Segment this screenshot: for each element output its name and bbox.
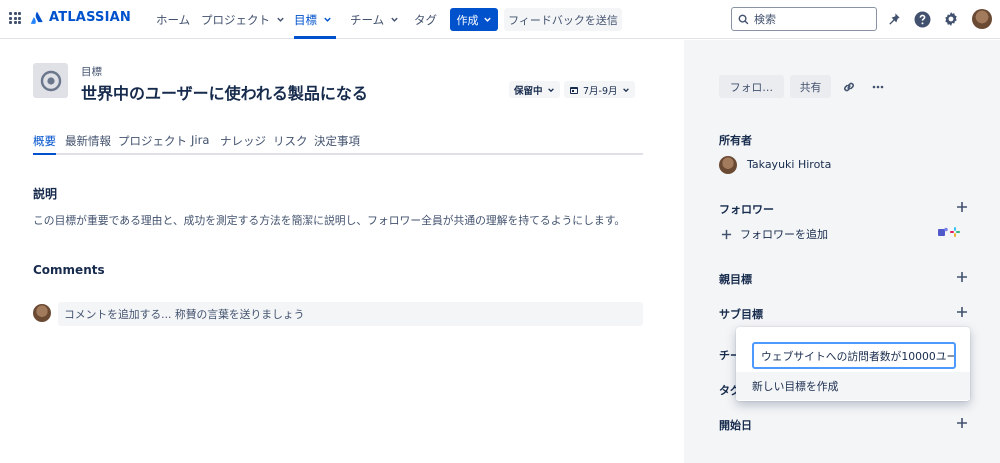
brand-name: ATLASSIAN bbox=[49, 10, 131, 25]
nav-goals[interactable]: 目標 bbox=[294, 0, 336, 39]
status-dropdown[interactable]: 保留中 bbox=[509, 81, 560, 98]
slack-icon[interactable] bbox=[950, 227, 960, 237]
plus-icon bbox=[721, 229, 732, 239]
add-follower-button[interactable]: フォロワーを追加 bbox=[721, 226, 828, 242]
calendar-icon bbox=[570, 86, 578, 94]
goal-icon bbox=[33, 63, 68, 98]
tab-projects[interactable]: プロジェクト bbox=[118, 133, 187, 153]
nav-tags-label: タグ bbox=[414, 12, 437, 27]
link-icon[interactable] bbox=[840, 78, 858, 96]
follow-button-label: フォロ… bbox=[729, 80, 774, 94]
owner-name[interactable]: Takayuki Hirota bbox=[747, 158, 831, 171]
page-title: 世界中のユーザーに使われる製品になる bbox=[81, 84, 368, 103]
avatar bbox=[719, 156, 737, 174]
atlassian-mark-icon bbox=[30, 11, 43, 24]
help-icon[interactable] bbox=[913, 10, 931, 28]
description-heading: 説明 bbox=[33, 187, 58, 201]
app-switcher-icon[interactable] bbox=[9, 12, 21, 24]
search-icon bbox=[738, 14, 749, 24]
comment-input[interactable]: コメントを追加する... 称賛の言葉を送りましょう bbox=[58, 302, 643, 326]
add-sub-goal-plus-icon[interactable] bbox=[956, 306, 968, 318]
date-range-dropdown[interactable]: 7月-9月 bbox=[564, 81, 635, 98]
share-button-label: 共有 bbox=[799, 80, 822, 94]
owner-label: 所有者 bbox=[719, 134, 752, 147]
start-date-label: 開始日 bbox=[719, 419, 752, 432]
chevron-down-icon bbox=[622, 87, 629, 92]
integrations bbox=[938, 227, 960, 237]
create-button[interactable]: 作成 bbox=[450, 8, 498, 31]
user-avatar[interactable] bbox=[972, 9, 992, 29]
follow-button[interactable]: フォロ… bbox=[719, 75, 784, 98]
create-button-label: 作成 bbox=[456, 13, 479, 27]
teams-icon[interactable] bbox=[938, 227, 948, 237]
feedback-button[interactable]: フィードバックを送信 bbox=[504, 8, 622, 31]
description-text[interactable]: この目標が重要である理由と、成功を測定する方法を簡潔に説明し、フォロワー全員が共… bbox=[33, 212, 625, 228]
goal-tabs: 概要 最新情報 プロジェクト Jira ナレッジ リスク 決定事項 bbox=[33, 133, 643, 155]
settings-gear-icon[interactable] bbox=[942, 10, 960, 28]
chevron-down-icon bbox=[483, 17, 491, 22]
create-new-goal-option[interactable]: 新しい目標を作成 bbox=[736, 372, 970, 400]
nav-projects[interactable]: プロジェクト bbox=[201, 0, 285, 39]
nav-home[interactable]: ホーム bbox=[156, 0, 190, 39]
parent-goal-label: 親目標 bbox=[719, 273, 752, 286]
followers-label: フォロワー bbox=[719, 203, 774, 216]
nav-tags[interactable]: タグ bbox=[414, 0, 437, 39]
nav-teams-label: チーム bbox=[350, 12, 385, 27]
tab-overview[interactable]: 概要 bbox=[33, 133, 56, 155]
chevron-down-icon bbox=[277, 17, 284, 22]
search-input[interactable] bbox=[754, 12, 864, 26]
nav-goals-label: 目標 bbox=[294, 12, 317, 27]
nav-projects-label: プロジェクト bbox=[201, 12, 270, 27]
feedback-button-label: フィードバックを送信 bbox=[508, 13, 618, 27]
comments-heading: Comments bbox=[33, 263, 105, 277]
sub-goal-label: サブ目標 bbox=[719, 308, 763, 321]
add-parent-goal-plus-icon[interactable] bbox=[956, 271, 968, 283]
status-label: 保留中 bbox=[514, 85, 543, 97]
notifications-icon[interactable] bbox=[884, 10, 902, 28]
add-follower-label: フォロワーを追加 bbox=[740, 228, 828, 241]
nav-home-label: ホーム bbox=[156, 12, 191, 27]
more-options-icon[interactable] bbox=[869, 78, 887, 96]
date-range-label: 7月-9月 bbox=[583, 85, 618, 97]
atlassian-logo[interactable]: ATLASSIAN bbox=[30, 10, 131, 25]
share-button[interactable]: 共有 bbox=[790, 75, 831, 98]
tab-updates[interactable]: 最新情報 bbox=[65, 133, 111, 153]
avatar bbox=[33, 304, 51, 322]
add-follower-plus-icon[interactable] bbox=[956, 201, 968, 213]
add-start-date-plus-icon[interactable] bbox=[956, 417, 968, 429]
search-box[interactable] bbox=[731, 7, 877, 31]
tab-knowledge[interactable]: ナレッジ bbox=[220, 133, 266, 153]
tab-decisions[interactable]: 決定事項 bbox=[314, 133, 360, 153]
nav-teams[interactable]: チーム bbox=[350, 0, 399, 39]
sub-goal-search-dropdown: ウェブサイトへの訪問者数が10000ユーザ 新しい目標を作成 bbox=[736, 327, 970, 401]
chevron-down-icon bbox=[324, 17, 331, 22]
chevron-down-icon bbox=[391, 17, 398, 22]
chevron-down-icon bbox=[547, 87, 554, 92]
top-navigation: ATLASSIAN ホーム プロジェクト 目標 チーム タグ 作成 フィードバッ… bbox=[0, 0, 1000, 39]
sub-goal-search-input[interactable]: ウェブサイトへの訪問者数が10000ユーザ bbox=[752, 342, 956, 369]
tab-risks[interactable]: リスク bbox=[273, 133, 308, 153]
breadcrumb[interactable]: 目標 bbox=[81, 64, 102, 79]
tab-jira[interactable]: Jira bbox=[191, 133, 209, 153]
